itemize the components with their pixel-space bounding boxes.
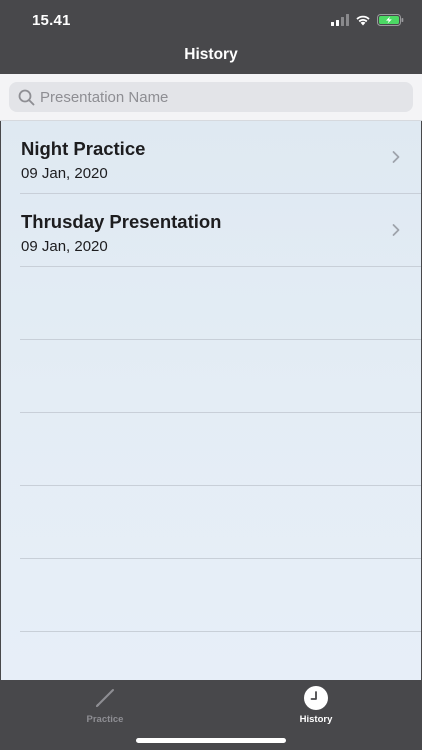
search-box[interactable] <box>9 82 413 112</box>
chevron-right-icon <box>391 223 401 237</box>
status-bar: 15.41 <box>0 0 422 40</box>
chevron-right-icon <box>391 150 401 164</box>
tab-history[interactable]: History <box>266 685 366 725</box>
navigation-bar: History <box>0 40 422 74</box>
battery-charging-icon <box>377 13 404 31</box>
empty-row <box>20 559 421 632</box>
empty-row <box>20 413 421 486</box>
pencil-icon <box>92 685 118 711</box>
home-indicator[interactable] <box>136 738 286 743</box>
empty-row <box>20 486 421 559</box>
wifi-icon <box>355 13 371 31</box>
history-list: Night Practice 09 Jan, 2020 Thrusday Pre… <box>1 121 421 680</box>
search-input[interactable] <box>40 88 400 106</box>
list-item[interactable]: Night Practice 09 Jan, 2020 <box>20 121 421 194</box>
cellular-signal-icon <box>331 13 349 31</box>
list-item[interactable]: Thrusday Presentation 09 Jan, 2020 <box>20 194 421 267</box>
search-icon <box>17 88 35 106</box>
item-date: 09 Jan, 2020 <box>21 238 108 255</box>
status-icons <box>331 13 404 31</box>
status-time: 15.41 <box>32 12 71 29</box>
empty-row <box>20 267 421 340</box>
item-name: Night Practice <box>21 138 146 159</box>
search-area <box>0 74 422 121</box>
item-name: Thrusday Presentation <box>21 211 222 232</box>
tab-practice[interactable]: Practice <box>55 685 155 725</box>
item-date: 09 Jan, 2020 <box>21 165 108 182</box>
app-screen: 15.41 History Presentation Name Night Pr… <box>0 0 422 750</box>
tab-label: History <box>299 714 333 725</box>
clock-icon <box>303 685 329 711</box>
empty-row <box>20 340 421 413</box>
tab-label: Practice <box>86 714 124 725</box>
page-title: History <box>184 46 238 63</box>
